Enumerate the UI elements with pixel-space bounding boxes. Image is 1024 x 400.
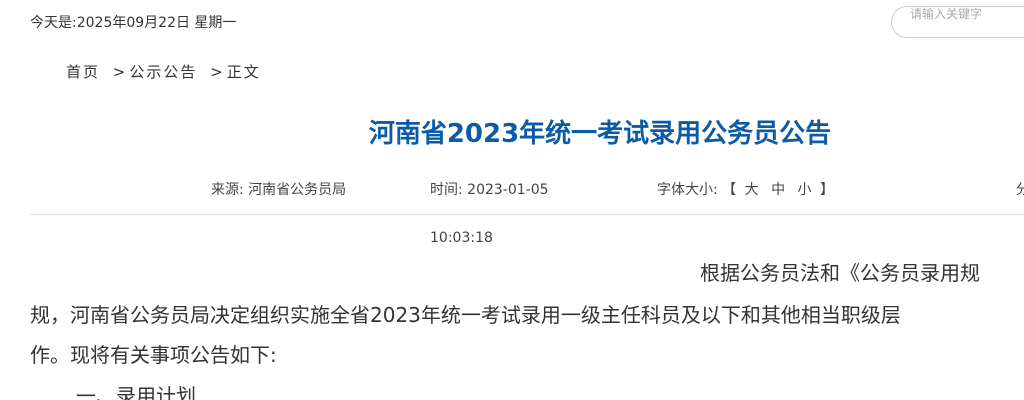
section-heading: 一、录用计划	[76, 384, 196, 400]
paragraph-line: 作。现将有关事项公告如下:	[30, 343, 277, 367]
article-body: 根据公务员法和《公务员录用规 规，河南省公务员局决定组织实施全省2023年统一考…	[0, 0, 1024, 400]
paragraph-line: 根据公务员法和《公务员录用规	[700, 261, 980, 285]
paragraph-line: 规，河南省公务员局决定组织实施全省2023年统一考试录用一级主任科员及以下和其他…	[30, 303, 901, 327]
page: 今天是:2025年09月22日 星期一 首页 >公示公告 >正文 河南省2023…	[0, 0, 1024, 400]
